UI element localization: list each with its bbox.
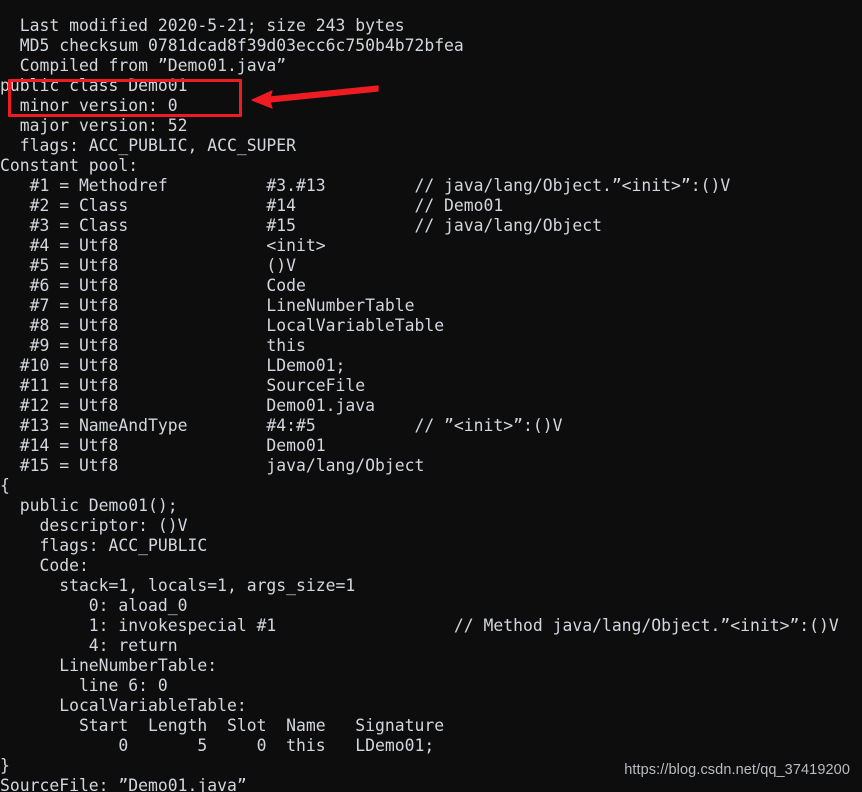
terminal-line: #5 = Utf8 ()V (0, 256, 297, 276)
watermark-url: https://blog.csdn.net/qq_37419200 (624, 762, 850, 778)
terminal-line: #9 = Utf8 this (0, 336, 306, 356)
terminal-line: #6 = Utf8 Code (0, 276, 306, 296)
terminal-line: 0: aload_0 (0, 596, 188, 616)
terminal-line: { (0, 476, 10, 496)
terminal-line: #4 = Utf8 <init> (0, 236, 326, 256)
terminal-line-major-version: major version: 52 (0, 116, 188, 136)
terminal-line: stack=1, locals=1, args_size=1 (0, 576, 356, 596)
terminal-line: public Demo01(); (0, 496, 178, 516)
terminal-line: #15 = Utf8 java/lang/Object (0, 456, 425, 476)
terminal-line: SourceFile: ”Demo01.java” (0, 776, 247, 792)
terminal-line: 4: return (0, 636, 178, 656)
terminal-line: #12 = Utf8 Demo01.java (0, 396, 375, 416)
terminal-line: Compiled from ”Demo01.java” (0, 56, 287, 76)
terminal-line: #2 = Class #14 // Demo01 (0, 196, 504, 216)
terminal-line: #7 = Utf8 LineNumberTable (0, 296, 415, 316)
screenshot-root: Last modified 2020-5-21; size 243 bytes … (0, 0, 862, 792)
terminal-line-minor-version: minor version: 0 (0, 96, 178, 116)
terminal-line: #3 = Class #15 // java/lang/Object (0, 216, 602, 236)
terminal-line: #13 = NameAndType #4:#5 // ”<init>”:()V (0, 416, 563, 436)
terminal-line: #11 = Utf8 SourceFile (0, 376, 366, 396)
terminal-line: #1 = Methodref #3.#13 // java/lang/Objec… (0, 176, 731, 196)
terminal-line: flags: ACC_PUBLIC, ACC_SUPER (0, 136, 297, 156)
terminal-line-lvt-header: Start Length Slot Name Signature (0, 716, 445, 736)
terminal-line: #14 = Utf8 Demo01 (0, 436, 326, 456)
javap-output-terminal[interactable]: Last modified 2020-5-21; size 243 bytes … (0, 16, 862, 792)
terminal-line: LocalVariableTable: (0, 696, 247, 716)
terminal-line: Last modified 2020-5-21; size 243 bytes (0, 16, 405, 36)
terminal-line: flags: ACC_PUBLIC (0, 536, 208, 556)
terminal-line: #10 = Utf8 LDemo01; (0, 356, 346, 376)
terminal-line: LineNumberTable: (0, 656, 218, 676)
terminal-line-lvt-row: 0 5 0 this LDemo01; (0, 736, 435, 756)
terminal-line: Code: (0, 556, 89, 576)
terminal-line: descriptor: ()V (0, 516, 188, 536)
terminal-line: line 6: 0 (0, 676, 168, 696)
terminal-line: #8 = Utf8 LocalVariableTable (0, 316, 445, 336)
terminal-line: Constant pool: (0, 156, 139, 176)
terminal-line: 1: invokespecial #1 // Method java/lang/… (0, 616, 839, 636)
terminal-line: MD5 checksum 0781dcad8f39d03ecc6c750b4b7… (0, 36, 464, 56)
terminal-line: public class Demo01 (0, 76, 188, 96)
